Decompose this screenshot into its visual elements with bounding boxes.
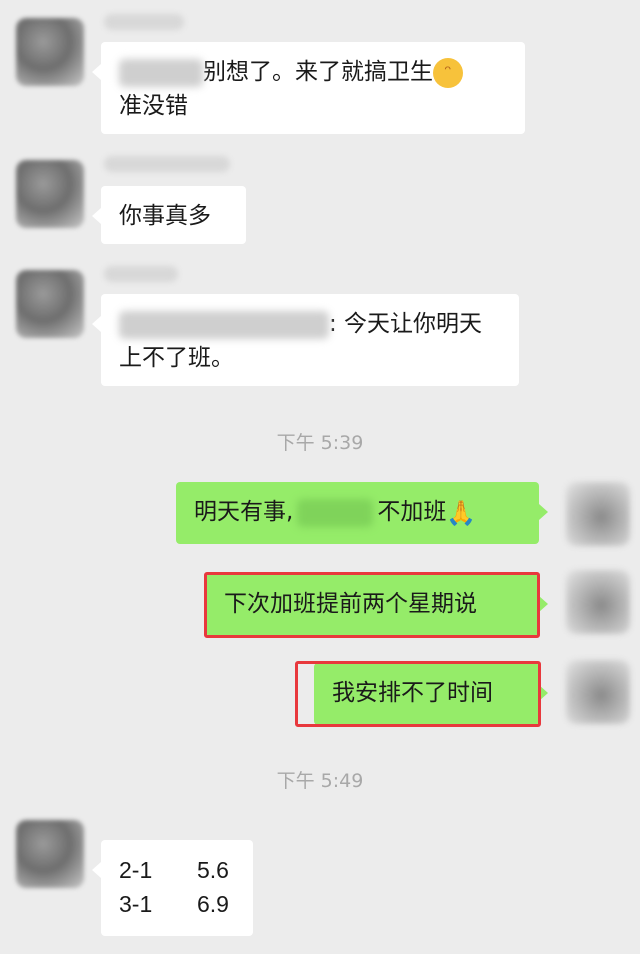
timestamp: 下午 5:39 xyxy=(276,432,364,454)
sender-avatar[interactable] xyxy=(16,820,84,888)
highlight-box xyxy=(295,661,541,727)
row-value: 6.9 xyxy=(197,891,229,917)
timestamp: 下午 5:49 xyxy=(276,770,364,792)
own-message-bubble[interactable]: 明天有事, 不加班🙏 xyxy=(176,482,548,544)
message-bubble[interactable]: 别想了。来了就搞卫生 ᵔ 准没错 xyxy=(92,42,525,134)
message-text: 上不了班。 xyxy=(119,345,234,371)
redacted-text xyxy=(119,58,203,87)
sender-nickname xyxy=(104,156,230,172)
own-avatar[interactable] xyxy=(566,482,630,546)
message-text: : 今天让你明天 xyxy=(329,311,483,337)
face-emoji-icon: ᵔ xyxy=(433,57,463,88)
message-bubble[interactable]: 你事真多 xyxy=(92,186,246,244)
sender-nickname xyxy=(104,14,184,30)
message-text: 你事真多 xyxy=(119,203,211,229)
redacted-text xyxy=(297,498,374,527)
own-avatar[interactable] xyxy=(566,660,630,724)
sender-nickname xyxy=(104,266,178,282)
message-text: 明天有事, xyxy=(194,499,294,525)
message-text: 别想了。来了就搞卫生 xyxy=(203,59,433,85)
own-avatar[interactable] xyxy=(566,570,630,634)
highlight-box xyxy=(204,572,540,638)
row-label: 2-1 xyxy=(119,857,153,883)
row-value: 5.6 xyxy=(197,857,229,883)
sender-avatar[interactable] xyxy=(16,160,84,228)
message-bubble[interactable]: : 今天让你明天 上不了班。 xyxy=(92,294,519,386)
number-row: 2-1 5.6 xyxy=(119,853,235,887)
number-row: 3-1 6.9 xyxy=(119,887,235,921)
sender-avatar[interactable] xyxy=(16,270,84,338)
message-text: 准没错 xyxy=(119,93,188,119)
row-label: 3-1 xyxy=(119,891,153,917)
sender-avatar[interactable] xyxy=(16,18,84,86)
redacted-text xyxy=(119,310,329,339)
praying-hands-emoji-icon: 🙏 xyxy=(446,498,477,527)
message-text: 不加班 xyxy=(377,499,447,525)
message-bubble[interactable]: 2-1 5.6 3-1 6.9 xyxy=(92,840,253,936)
